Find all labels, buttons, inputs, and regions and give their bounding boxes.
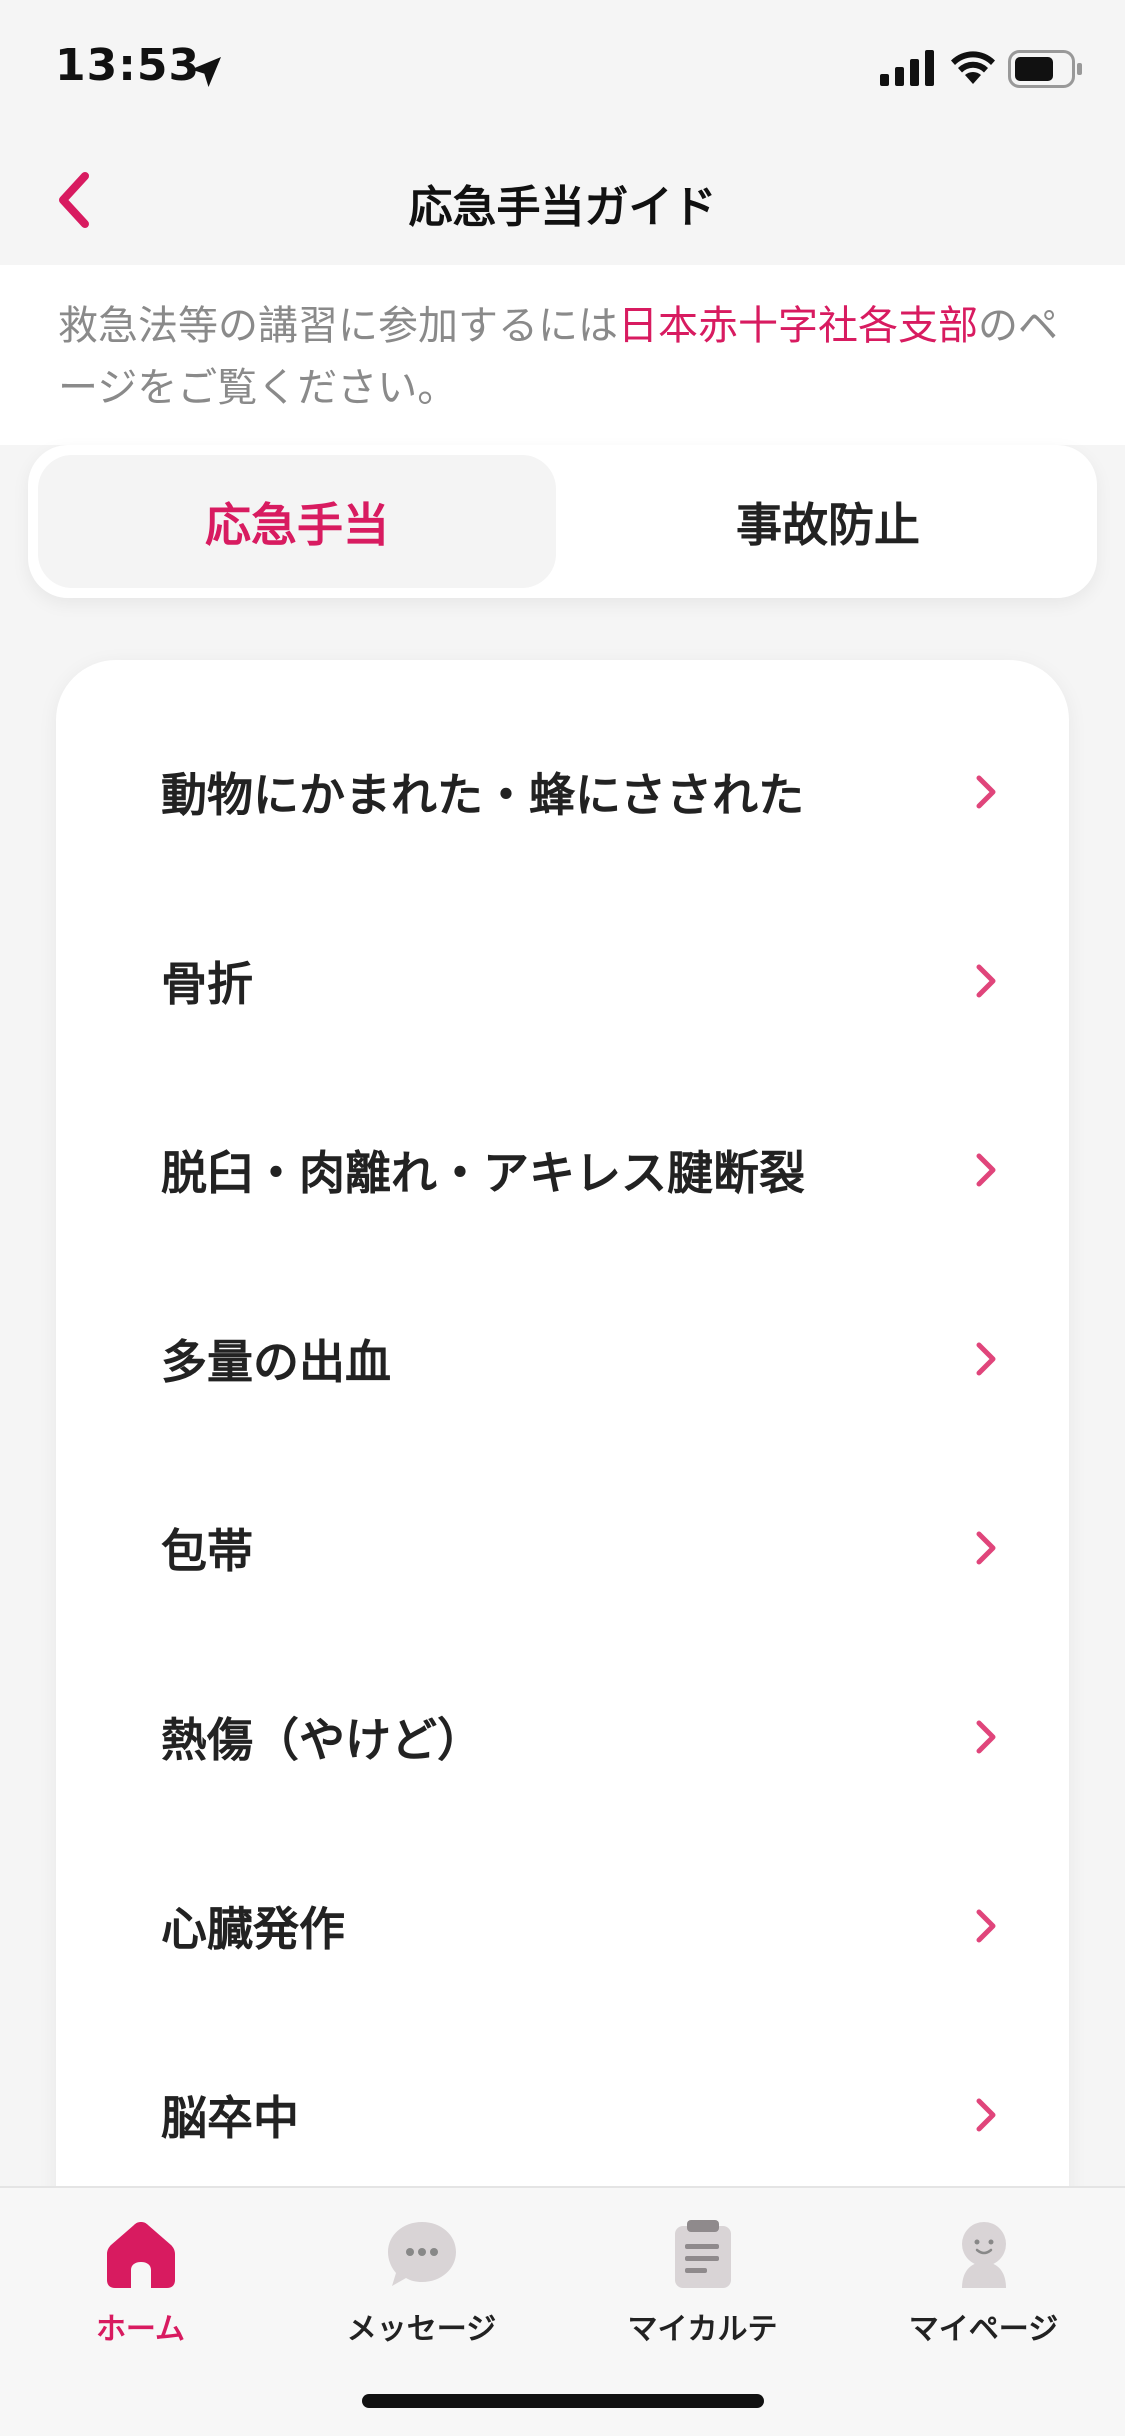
list-item-animal-bites-stings[interactable]: 動物にかまれた・蜂にさされた	[56, 697, 1069, 886]
page-title: 応急手当ガイド	[408, 182, 717, 233]
list-item-dislocation[interactable]: 脱臼・肉離れ・アキレス腱断裂	[56, 1075, 1069, 1264]
list-item-label: 脱臼・肉離れ・アキレス腱断裂	[161, 1145, 805, 1200]
list-item-bandage[interactable]: 包帯	[56, 1453, 1069, 1642]
person-icon	[961, 2222, 1006, 2288]
tab-my-chart-label: マイカルテ	[627, 2312, 778, 2347]
screen: 13:53 応急手当ガイド 救急法等の講習に参加するには日本赤十字社各支部のペー…	[0, 0, 1125, 2436]
clipboard-icon	[674, 2220, 731, 2288]
location-arrow-icon	[191, 57, 221, 87]
chevron-right-icon	[976, 1909, 996, 1942]
list-item-fracture[interactable]: 骨折	[56, 886, 1069, 1075]
navigation-bar: 応急手当ガイド	[0, 135, 1125, 265]
list-item-label: 多量の出血	[161, 1334, 391, 1389]
home-icon	[106, 2222, 175, 2288]
list-item-stroke[interactable]: 脳卒中	[56, 2020, 1069, 2209]
tab-accident-prevention[interactable]: 事故防止	[569, 455, 1087, 588]
message-icon	[387, 2222, 456, 2286]
chevron-right-icon	[976, 964, 996, 997]
tab-messages-label: メッセージ	[346, 2312, 497, 2347]
info-banner: 救急法等の講習に参加するには日本赤十字社各支部のページをご覧ください。	[0, 265, 1125, 445]
tab-my-page[interactable]: マイページ	[843, 2218, 1124, 2358]
cellular-signal-icon	[880, 50, 934, 86]
tab-first-aid[interactable]: 応急手当	[38, 455, 556, 588]
tab-home-label: ホーム	[95, 2312, 186, 2347]
chevron-right-icon	[976, 1720, 996, 1753]
tab-home[interactable]: ホーム	[0, 2218, 281, 2358]
chevron-right-icon	[976, 1342, 996, 1375]
list-item-label: 脳卒中	[161, 2090, 299, 2145]
info-text: 救急法等の講習に参加するには日本赤十字社各支部のページをご覧ください。	[58, 295, 1078, 419]
chevron-right-icon	[976, 775, 996, 808]
status-bar: 13:53	[0, 0, 1125, 135]
tab-messages[interactable]: メッセージ	[281, 2218, 562, 2358]
chevron-right-icon	[976, 2098, 996, 2131]
battery-icon	[1008, 50, 1082, 88]
list-item-heavy-bleeding[interactable]: 多量の出血	[56, 1264, 1069, 1453]
list-item-burns[interactable]: 熱傷（やけど）	[56, 1642, 1069, 1831]
chevron-right-icon	[976, 1153, 996, 1186]
list-item-label: 熱傷（やけど）	[161, 1712, 483, 1767]
info-text-before: 救急法等の講習に参加するには	[58, 303, 618, 349]
tab-my-page-label: マイページ	[908, 2312, 1059, 2347]
list-item-label: 骨折	[161, 956, 253, 1011]
tab-my-chart[interactable]: マイカルテ	[562, 2218, 843, 2358]
home-indicator[interactable]	[362, 2394, 764, 2408]
list-item-heart-attack[interactable]: 心臓発作	[56, 1831, 1069, 2020]
segmented-control: 応急手当 事故防止	[28, 445, 1097, 598]
red-cross-branch-link[interactable]: 日本赤十字社各支部	[618, 303, 978, 349]
wifi-icon	[951, 51, 995, 84]
list-item-label: 包帯	[161, 1523, 253, 1578]
first-aid-list: 動物にかまれた・蜂にさされた 骨折 脱臼・肉離れ・アキレス腱断裂 多量の出血 包…	[56, 660, 1069, 2436]
list-item-label: 動物にかまれた・蜂にさされた	[161, 767, 805, 822]
list-item-label: 心臓発作	[161, 1901, 345, 1956]
chevron-right-icon	[976, 1531, 996, 1564]
status-time: 13:53	[55, 40, 201, 91]
